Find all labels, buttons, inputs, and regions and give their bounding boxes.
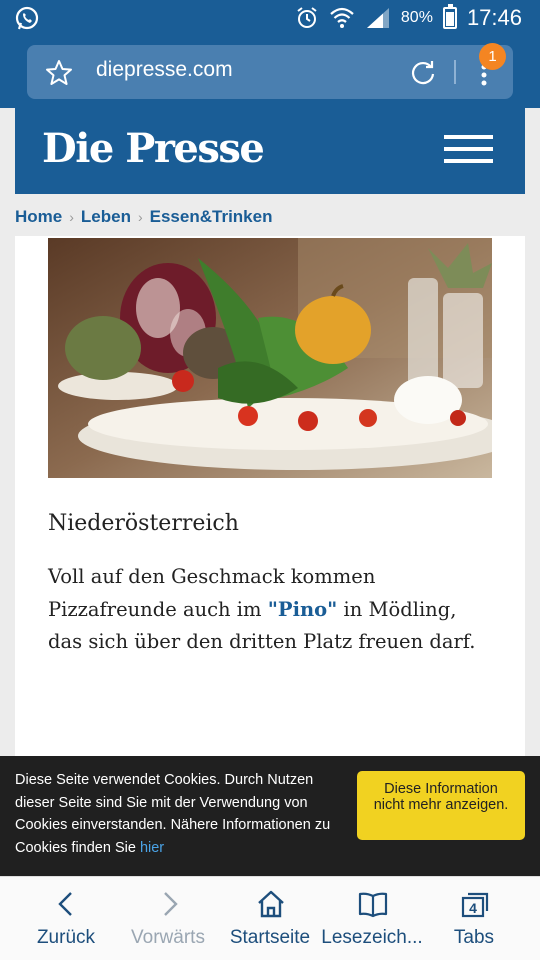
cookie-info-link[interactable]: hier [140, 840, 164, 856]
forward-button[interactable]: Vorwärts [114, 877, 222, 960]
breadcrumb-essen-trinken[interactable]: Essen&Trinken [150, 207, 273, 227]
battery-percent: 80% [400, 9, 433, 26]
breadcrumb: Home › Leben › Essen&Trinken [15, 206, 272, 228]
forward-label: Vorwärts [131, 927, 205, 948]
article-body: Voll auf den Geschmack kommen Pizzafreun… [48, 561, 488, 659]
book-icon [358, 892, 388, 918]
cookie-banner: Diese Seite verwendet Cookies. Durch Nut… [0, 756, 540, 876]
tab-count: 4 [469, 900, 477, 916]
star-icon[interactable] [45, 59, 73, 87]
toolbar-divider [454, 60, 456, 84]
site-header: Die Presse [15, 108, 525, 194]
bookmarks-label: Lesezeich... [321, 927, 423, 948]
cookie-message: Diese Seite verwendet Cookies. Durch Nut… [15, 772, 331, 857]
pino-link[interactable]: "Pino" [268, 598, 338, 621]
url-text[interactable]: diepresse.com [96, 58, 233, 82]
tabs-button[interactable]: 4 Tabs [420, 877, 528, 960]
site-logo[interactable]: Die Presse [42, 125, 265, 172]
address-bar[interactable]: diepresse.com 1 [27, 43, 513, 99]
notification-badge[interactable]: 1 [479, 43, 506, 70]
bookmarks-button[interactable]: Lesezeich... [318, 877, 426, 960]
dismiss-cookie-button[interactable]: Diese Information nicht mehr anzeigen. [357, 771, 525, 840]
chevron-right-icon: › [137, 209, 143, 225]
back-label: Zurück [36, 927, 96, 948]
status-bar: 80% 17:46 [0, 0, 540, 36]
home-icon [258, 890, 284, 918]
tabs-icon: 4 [461, 892, 489, 918]
back-button[interactable]: Zurück [12, 877, 120, 960]
browser-bottom-nav: Zurück Vorwärts Startseite Lesezeich... … [0, 876, 540, 960]
food-photo [48, 238, 492, 478]
breadcrumb-leben[interactable]: Leben [81, 207, 131, 227]
hamburger-menu-icon[interactable] [444, 135, 493, 163]
reload-icon[interactable] [409, 58, 437, 86]
clock: 17:46 [466, 5, 522, 30]
chevron-right-icon [164, 892, 178, 916]
home-label: Startseite [229, 927, 311, 948]
chevron-left-icon [58, 892, 72, 916]
cookie-notice-text: Diese Seite verwendet Cookies. Durch Nut… [15, 769, 350, 860]
tabs-label: Tabs [453, 927, 495, 948]
battery-icon [442, 4, 457, 29]
whatsapp-icon [15, 6, 39, 30]
article-subtitle: Niederösterreich [48, 511, 239, 536]
chevron-right-icon: › [69, 209, 74, 225]
wifi-icon [330, 7, 354, 28]
browser-toolbar: diepresse.com 1 [0, 36, 540, 108]
home-button[interactable]: Startseite [216, 877, 324, 960]
alarm-icon [297, 7, 317, 28]
signal-icon [366, 8, 389, 28]
breadcrumb-home[interactable]: Home [15, 207, 62, 227]
